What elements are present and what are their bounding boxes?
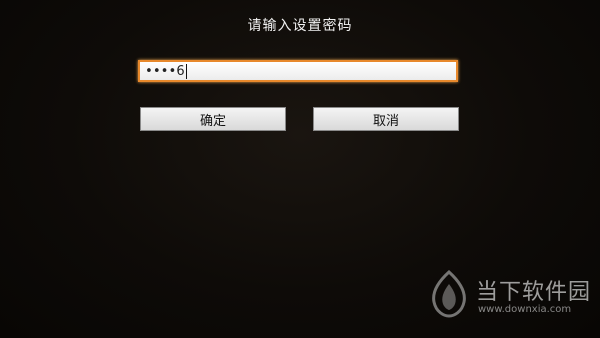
password-input[interactable]: •••• 6	[138, 60, 458, 82]
watermark-brand: 当下软件园	[476, 280, 592, 305]
watermark: 当下软件园 www.downxia.com	[424, 268, 600, 328]
tv-settings-screen: 请输入设置密码 •••• 6 确定 取消 当下软件园 www.downxia.c…	[0, 0, 600, 338]
downxia-logo-icon	[432, 270, 466, 318]
dialog-title: 请输入设置密码	[247, 18, 353, 34]
watermark-url: www.downxia.com	[478, 304, 572, 315]
confirm-button[interactable]: 确定	[140, 107, 286, 131]
password-masked-chars: ••••	[145, 63, 177, 79]
cancel-button[interactable]: 取消	[313, 107, 459, 131]
password-last-char: 6	[176, 63, 185, 79]
text-caret	[185, 63, 187, 79]
